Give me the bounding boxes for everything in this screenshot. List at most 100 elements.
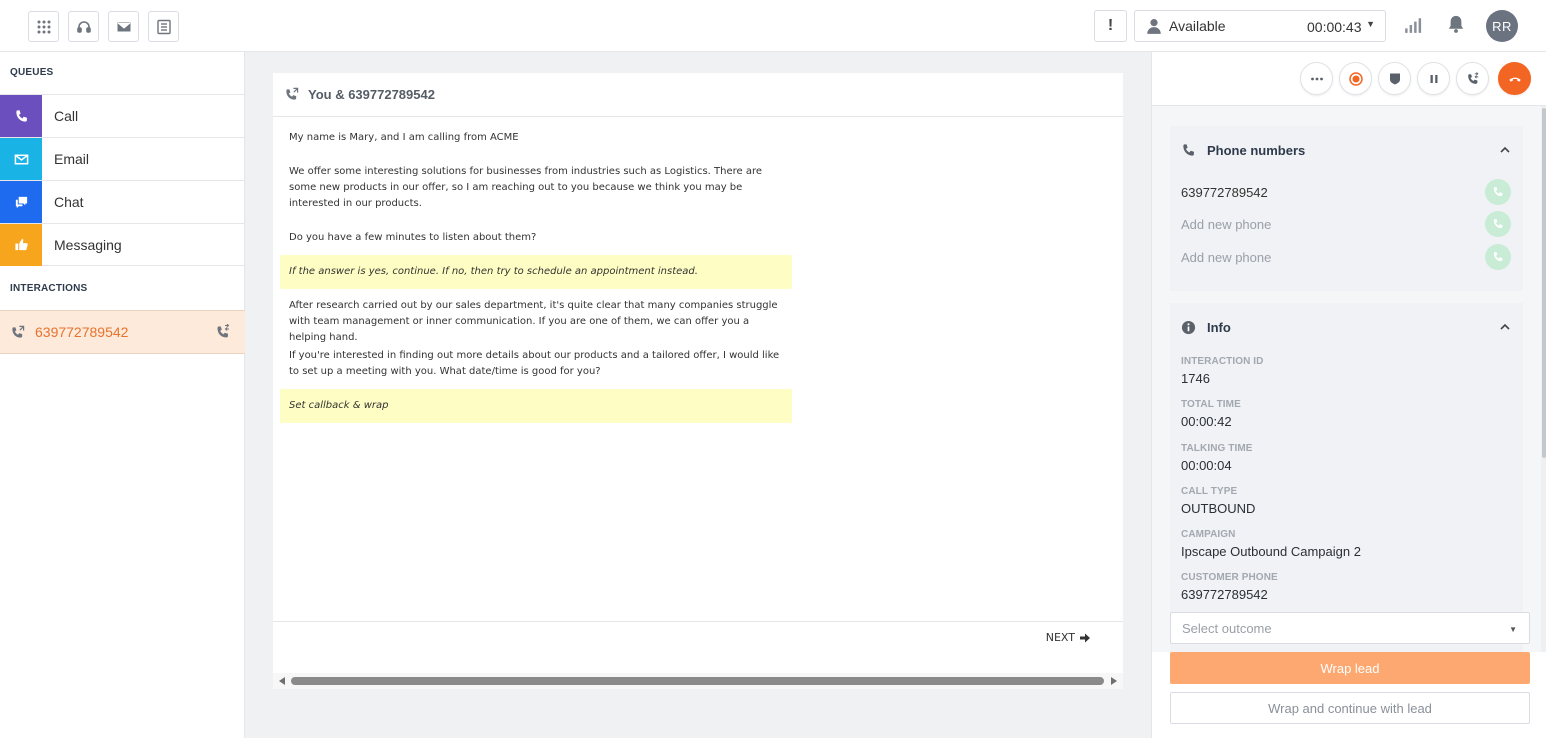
- add-phone-input[interactable]: Add new phone: [1181, 250, 1271, 265]
- script-paragraph: After research carried out by our sales …: [289, 300, 778, 343]
- headset-button[interactable]: [68, 11, 99, 42]
- queue-label: Call: [54, 108, 79, 124]
- info-label: INTERACTION ID: [1181, 356, 1264, 367]
- top-bar: ! Available 00:00:43 ▼ RR: [0, 0, 1546, 52]
- script-header: You & 639772789542: [273, 73, 1123, 117]
- shield-button[interactable]: [1378, 62, 1411, 95]
- queue-icon-box: [0, 223, 42, 266]
- caret-down-icon: ▼: [1509, 625, 1517, 634]
- queue-item-chat[interactable]: Chat: [0, 180, 245, 223]
- transfer-icon: [1467, 71, 1478, 84]
- transfer-button[interactable]: [1456, 62, 1489, 95]
- sidebar: QUEUES Call Email Chat Messaging INTERAC…: [0, 52, 245, 738]
- info-value: 00:00:42: [1181, 414, 1232, 429]
- phone-transfer-icon[interactable]: [215, 324, 231, 340]
- chat-icon: [15, 196, 27, 208]
- user-icon: [1147, 19, 1161, 34]
- mail-button[interactable]: [108, 11, 139, 42]
- info-header[interactable]: Info: [1170, 303, 1523, 351]
- next-button[interactable]: NEXT: [1046, 631, 1091, 644]
- info-value: 639772789542: [1181, 587, 1268, 602]
- call-phone-button[interactable]: [1485, 179, 1511, 205]
- status-dropdown[interactable]: Available 00:00:43 ▼: [1134, 10, 1386, 42]
- pause-icon: [1430, 74, 1437, 83]
- status-timer: 00:00:43: [1307, 19, 1362, 35]
- mail-icon: [116, 21, 131, 32]
- bell-icon[interactable]: [1446, 14, 1466, 34]
- alert-button[interactable]: !: [1094, 10, 1127, 42]
- arrow-right-icon: [1080, 633, 1090, 642]
- info-label: TOTAL TIME: [1181, 399, 1241, 410]
- wrap-lead-button[interactable]: Wrap lead: [1170, 652, 1530, 684]
- scrollbar-thumb[interactable]: [1542, 108, 1546, 458]
- status-label: Available: [1169, 18, 1226, 34]
- scroll-right-icon[interactable]: [1111, 677, 1117, 685]
- chevron-up-icon[interactable]: [1499, 321, 1511, 333]
- wrap-continue-button[interactable]: Wrap and continue with lead: [1170, 692, 1530, 724]
- details-scroll-area[interactable]: Phone numbers 639772789542 Add new phone: [1152, 105, 1546, 652]
- queue-label: Chat: [54, 194, 84, 210]
- more-icon: [1310, 77, 1323, 80]
- phone-icon: [1493, 187, 1503, 197]
- card-title: Phone numbers: [1207, 142, 1306, 158]
- phone-icon: [1493, 252, 1503, 262]
- thumbs-up-icon: [14, 238, 28, 251]
- hangup-button[interactable]: [1498, 62, 1531, 95]
- vertical-scrollbar[interactable]: [1541, 106, 1546, 652]
- phone-icon: [1183, 143, 1194, 156]
- avatar[interactable]: RR: [1486, 10, 1518, 42]
- call-phone-button[interactable]: [1485, 244, 1511, 270]
- script-footer: NEXT: [273, 621, 1123, 665]
- call-phone-button[interactable]: [1485, 211, 1511, 237]
- interactions-title: INTERACTIONS: [10, 283, 88, 294]
- list-button[interactable]: [148, 11, 179, 42]
- interaction-item[interactable]: 639772789542: [0, 310, 245, 354]
- info-value: 00:00:04: [1181, 458, 1232, 473]
- phone-icon: [1493, 219, 1503, 229]
- phone-row[interactable]: Add new phone: [1181, 211, 1511, 237]
- list-icon: [156, 19, 171, 34]
- queue-label: Email: [54, 151, 90, 167]
- chevron-up-icon[interactable]: [1499, 144, 1511, 156]
- scrollbar-thumb[interactable]: [291, 677, 1104, 685]
- pause-button[interactable]: [1417, 62, 1450, 95]
- phone-number: 639772789542: [1181, 184, 1268, 200]
- phone-icon: [15, 109, 27, 122]
- info-value: 1746: [1181, 371, 1210, 386]
- scroll-left-icon[interactable]: [279, 677, 285, 685]
- info-label: CAMPAIGN: [1181, 529, 1236, 540]
- script-paragraph: If you're interested in finding out more…: [289, 350, 780, 377]
- script-paragraph: My name is Mary, and I am calling from A…: [289, 132, 519, 143]
- add-phone-input[interactable]: Add new phone: [1181, 217, 1271, 232]
- queue-item-email[interactable]: Email: [0, 137, 245, 180]
- interaction-phone: 639772789542: [35, 324, 129, 340]
- queue-item-messaging[interactable]: Messaging: [0, 223, 245, 266]
- queue-label: Messaging: [54, 236, 122, 253]
- next-label: NEXT: [1045, 631, 1075, 644]
- apps-grid-button[interactable]: [28, 11, 59, 42]
- queue-icon-box: [0, 95, 42, 137]
- queue-icon-box: [0, 138, 42, 180]
- horizontal-scrollbar[interactable]: [273, 673, 1123, 689]
- more-button[interactable]: [1300, 62, 1333, 95]
- phone-row[interactable]: Add new phone: [1181, 244, 1511, 270]
- outbound-call-icon: [286, 87, 299, 100]
- phone-numbers-header[interactable]: Phone numbers: [1170, 126, 1523, 174]
- card-title: Info: [1207, 319, 1231, 335]
- info-card: Info INTERACTION ID 1746 TOTAL TIME 00:0…: [1170, 303, 1523, 652]
- phone-numbers-card: Phone numbers 639772789542 Add new phone: [1170, 126, 1523, 291]
- outcome-placeholder: Select outcome: [1182, 620, 1272, 636]
- script-paragraph: We offer some interesting solutions for …: [289, 166, 763, 209]
- script-note: If the answer is yes, continue. If no, t…: [280, 255, 792, 289]
- mail-icon: [14, 154, 28, 164]
- caret-down-icon: ▼: [1366, 19, 1375, 29]
- outcome-select[interactable]: Select outcome ▼: [1170, 612, 1530, 644]
- info-label: TALKING TIME: [1181, 443, 1253, 454]
- queues-title: QUEUES: [10, 67, 54, 78]
- script-title: You & 639772789542: [308, 87, 435, 102]
- record-button[interactable]: [1339, 62, 1372, 95]
- queue-icon-box: [0, 181, 42, 223]
- script-card: You & 639772789542 My name is Mary, and …: [273, 73, 1123, 689]
- queue-item-call[interactable]: Call: [0, 94, 245, 137]
- info-value: OUTBOUND: [1181, 501, 1256, 516]
